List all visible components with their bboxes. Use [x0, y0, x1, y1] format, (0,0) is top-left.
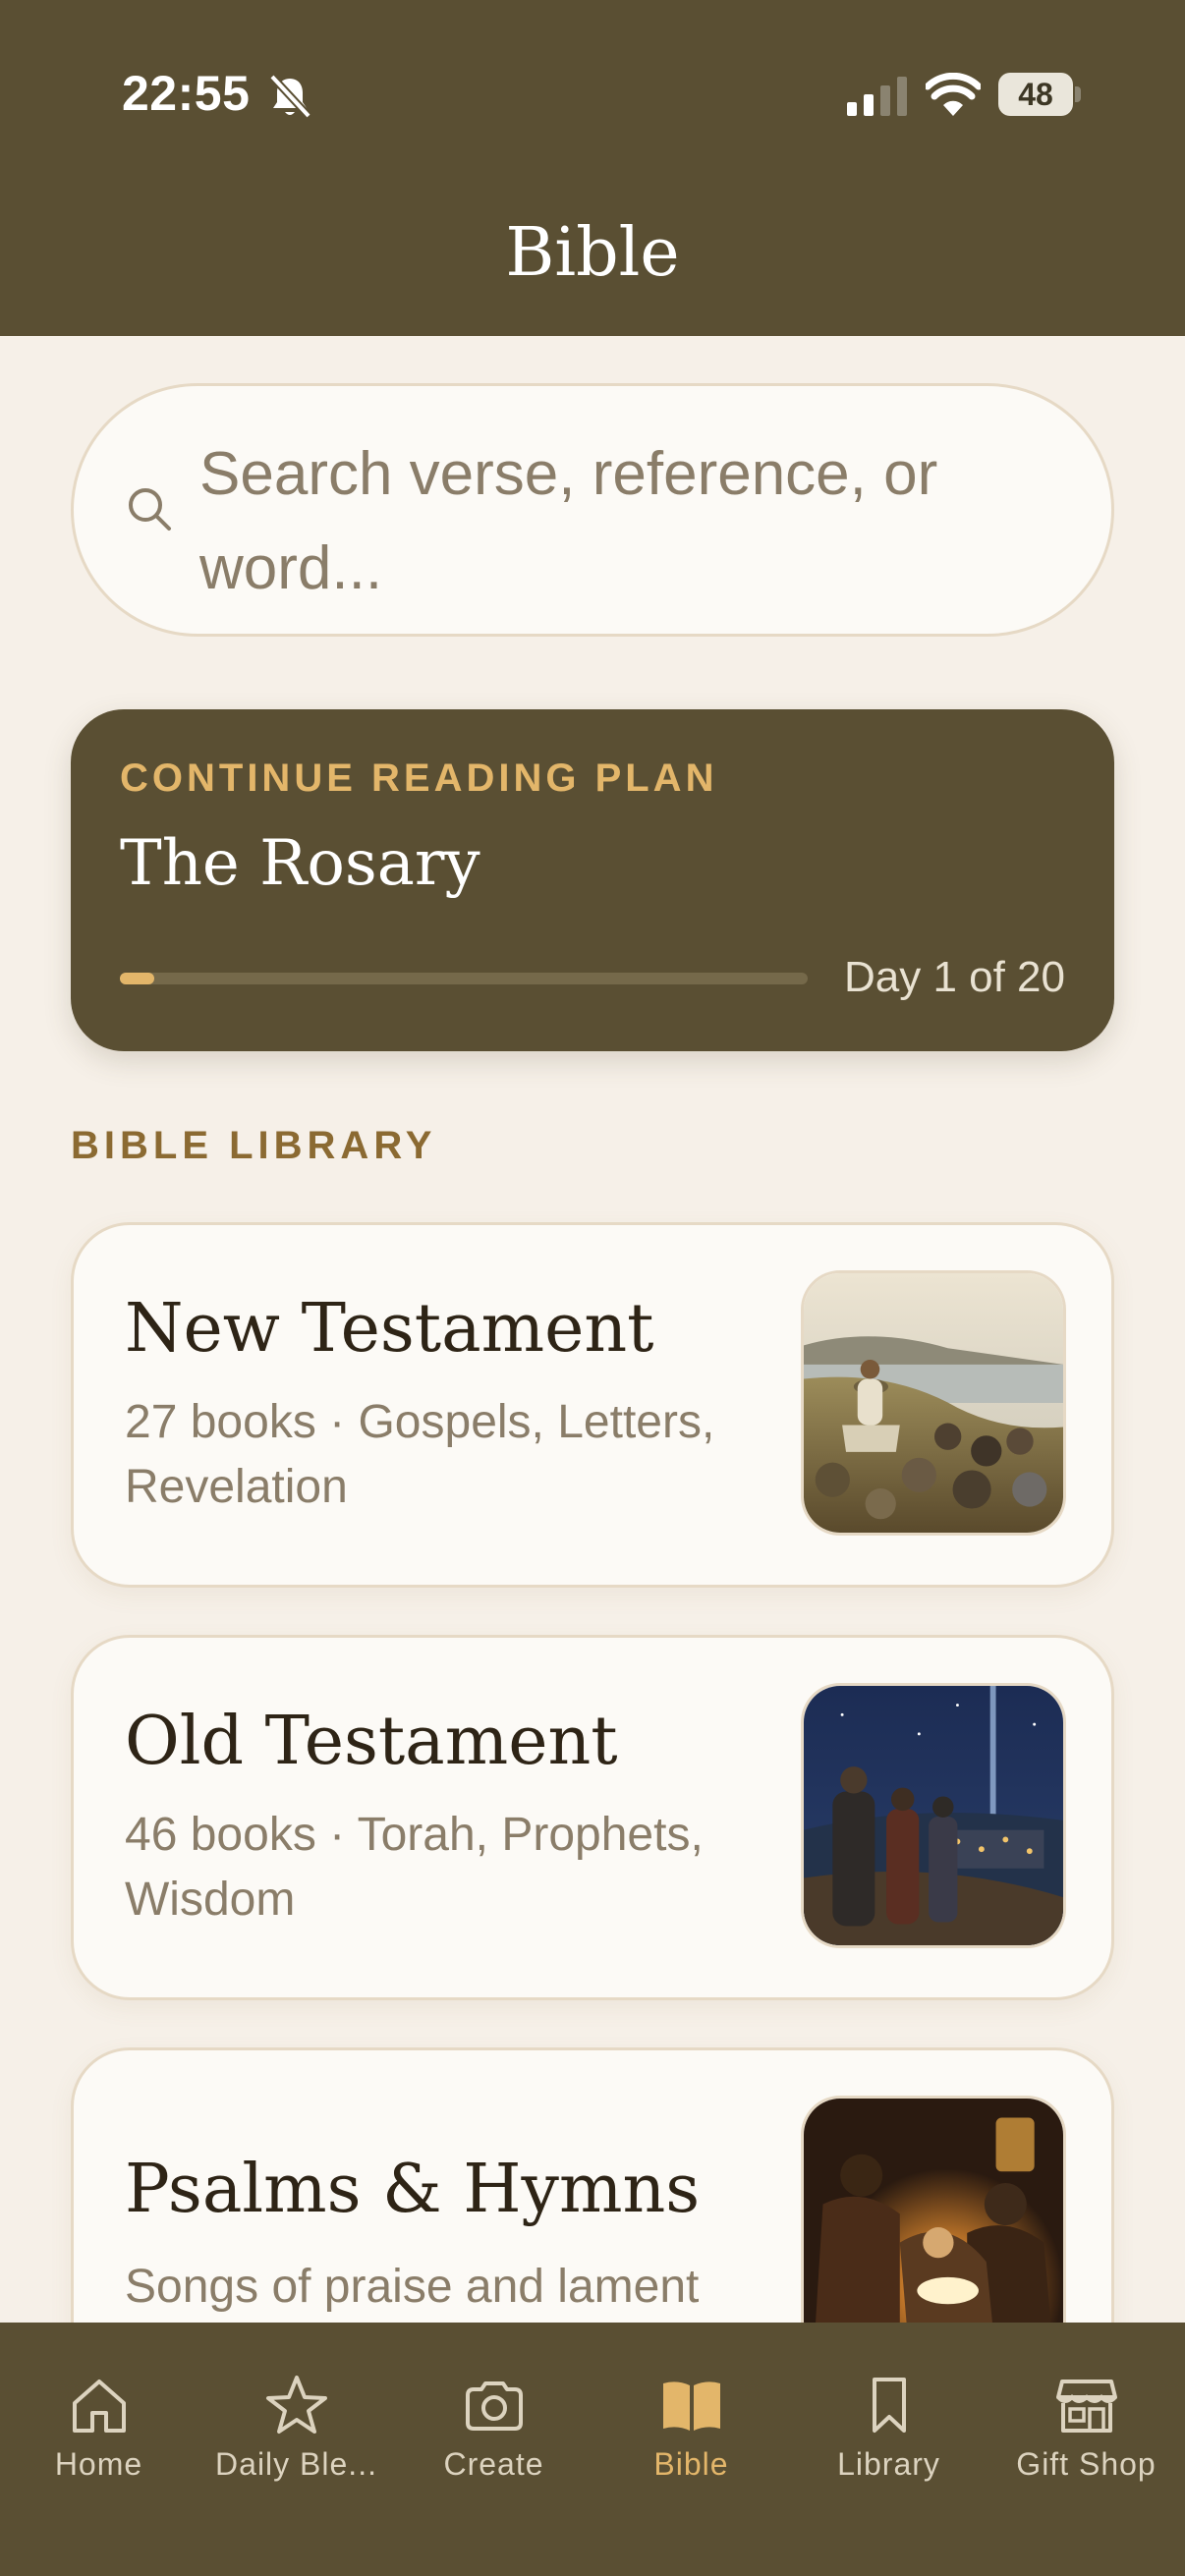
cellular-signal-icon [847, 77, 907, 116]
plan-title: The Rosary [120, 827, 480, 900]
battery-level: 48 [1018, 77, 1053, 112]
library-card-description: Songs of praise and lament [125, 2261, 700, 2313]
status-bar: 22:55 48 [0, 0, 1185, 196]
tab-label: Library [837, 2446, 940, 2482]
library-card-title: Old Testament [125, 1703, 618, 1780]
header: 22:55 48 Bible [0, 0, 1185, 336]
library-card-description: 46 books · Torah, Prophets, Wisdom [125, 1809, 704, 1926]
tab-label: Home [54, 2446, 143, 2482]
tab-label: Gift Shop [1016, 2446, 1157, 2482]
wifi-icon [926, 73, 981, 116]
tab-bible[interactable]: Bible [592, 2374, 790, 2492]
tab-home[interactable]: Home [0, 2374, 198, 2492]
bell-off-icon [269, 74, 311, 119]
plan-eyebrow: CONTINUE READING PLAN [120, 756, 718, 800]
tab-label: Bible [653, 2446, 729, 2482]
tab-daily-blessings[interactable]: Daily Ble... [198, 2374, 395, 2492]
star-icon [265, 2376, 327, 2434]
bottom-tab-bar: Home Daily Ble... Create Bible Library G… [0, 2323, 1185, 2576]
plan-progress-bar [120, 973, 808, 984]
tab-create[interactable]: Create [395, 2374, 592, 2492]
bible-screen: 22:55 48 Bible Search verse, reference, … [0, 0, 1185, 2576]
search-icon [129, 488, 171, 531]
library-card-new-testament[interactable]: New Testament 27 books · Gospels, Letter… [71, 1222, 1114, 1588]
tab-library[interactable]: Library [790, 2374, 988, 2492]
psalms-hymns-image [801, 2096, 1066, 2361]
plan-day-count: Day 1 of 20 [843, 953, 1065, 1001]
bookmark-icon [872, 2378, 906, 2433]
tab-label: Daily Ble... [215, 2446, 377, 2482]
library-card-description: 27 books · Gospels, Letters, Revelation [125, 1396, 715, 1513]
section-heading-bible-library: BIBLE LIBRARY [71, 1124, 437, 1167]
tab-gift-shop[interactable]: Gift Shop [988, 2374, 1185, 2492]
tab-label: Create [443, 2446, 544, 2482]
camera-icon [465, 2381, 523, 2431]
new-testament-image [801, 1270, 1066, 1536]
book-icon [662, 2381, 720, 2431]
status-time: 22:55 [122, 66, 251, 121]
search-placeholder: Search verse, reference, or word... [199, 440, 938, 602]
plan-progress-fill [120, 973, 154, 984]
library-card-old-testament[interactable]: Old Testament 46 books · Torah, Prophets… [71, 1635, 1114, 2000]
library-card-title: Psalms & Hymns [125, 2151, 701, 2228]
storefront-icon [1055, 2380, 1117, 2433]
search-input[interactable]: Search verse, reference, or word... [71, 383, 1114, 637]
home-icon [72, 2380, 126, 2433]
page-title: Bible [505, 214, 680, 292]
library-card-title: New Testament [125, 1290, 654, 1368]
continue-reading-plan-card[interactable]: CONTINUE READING PLAN The Rosary Day 1 o… [71, 709, 1114, 1051]
old-testament-image [801, 1683, 1066, 1948]
battery-indicator: 48 [998, 73, 1081, 116]
